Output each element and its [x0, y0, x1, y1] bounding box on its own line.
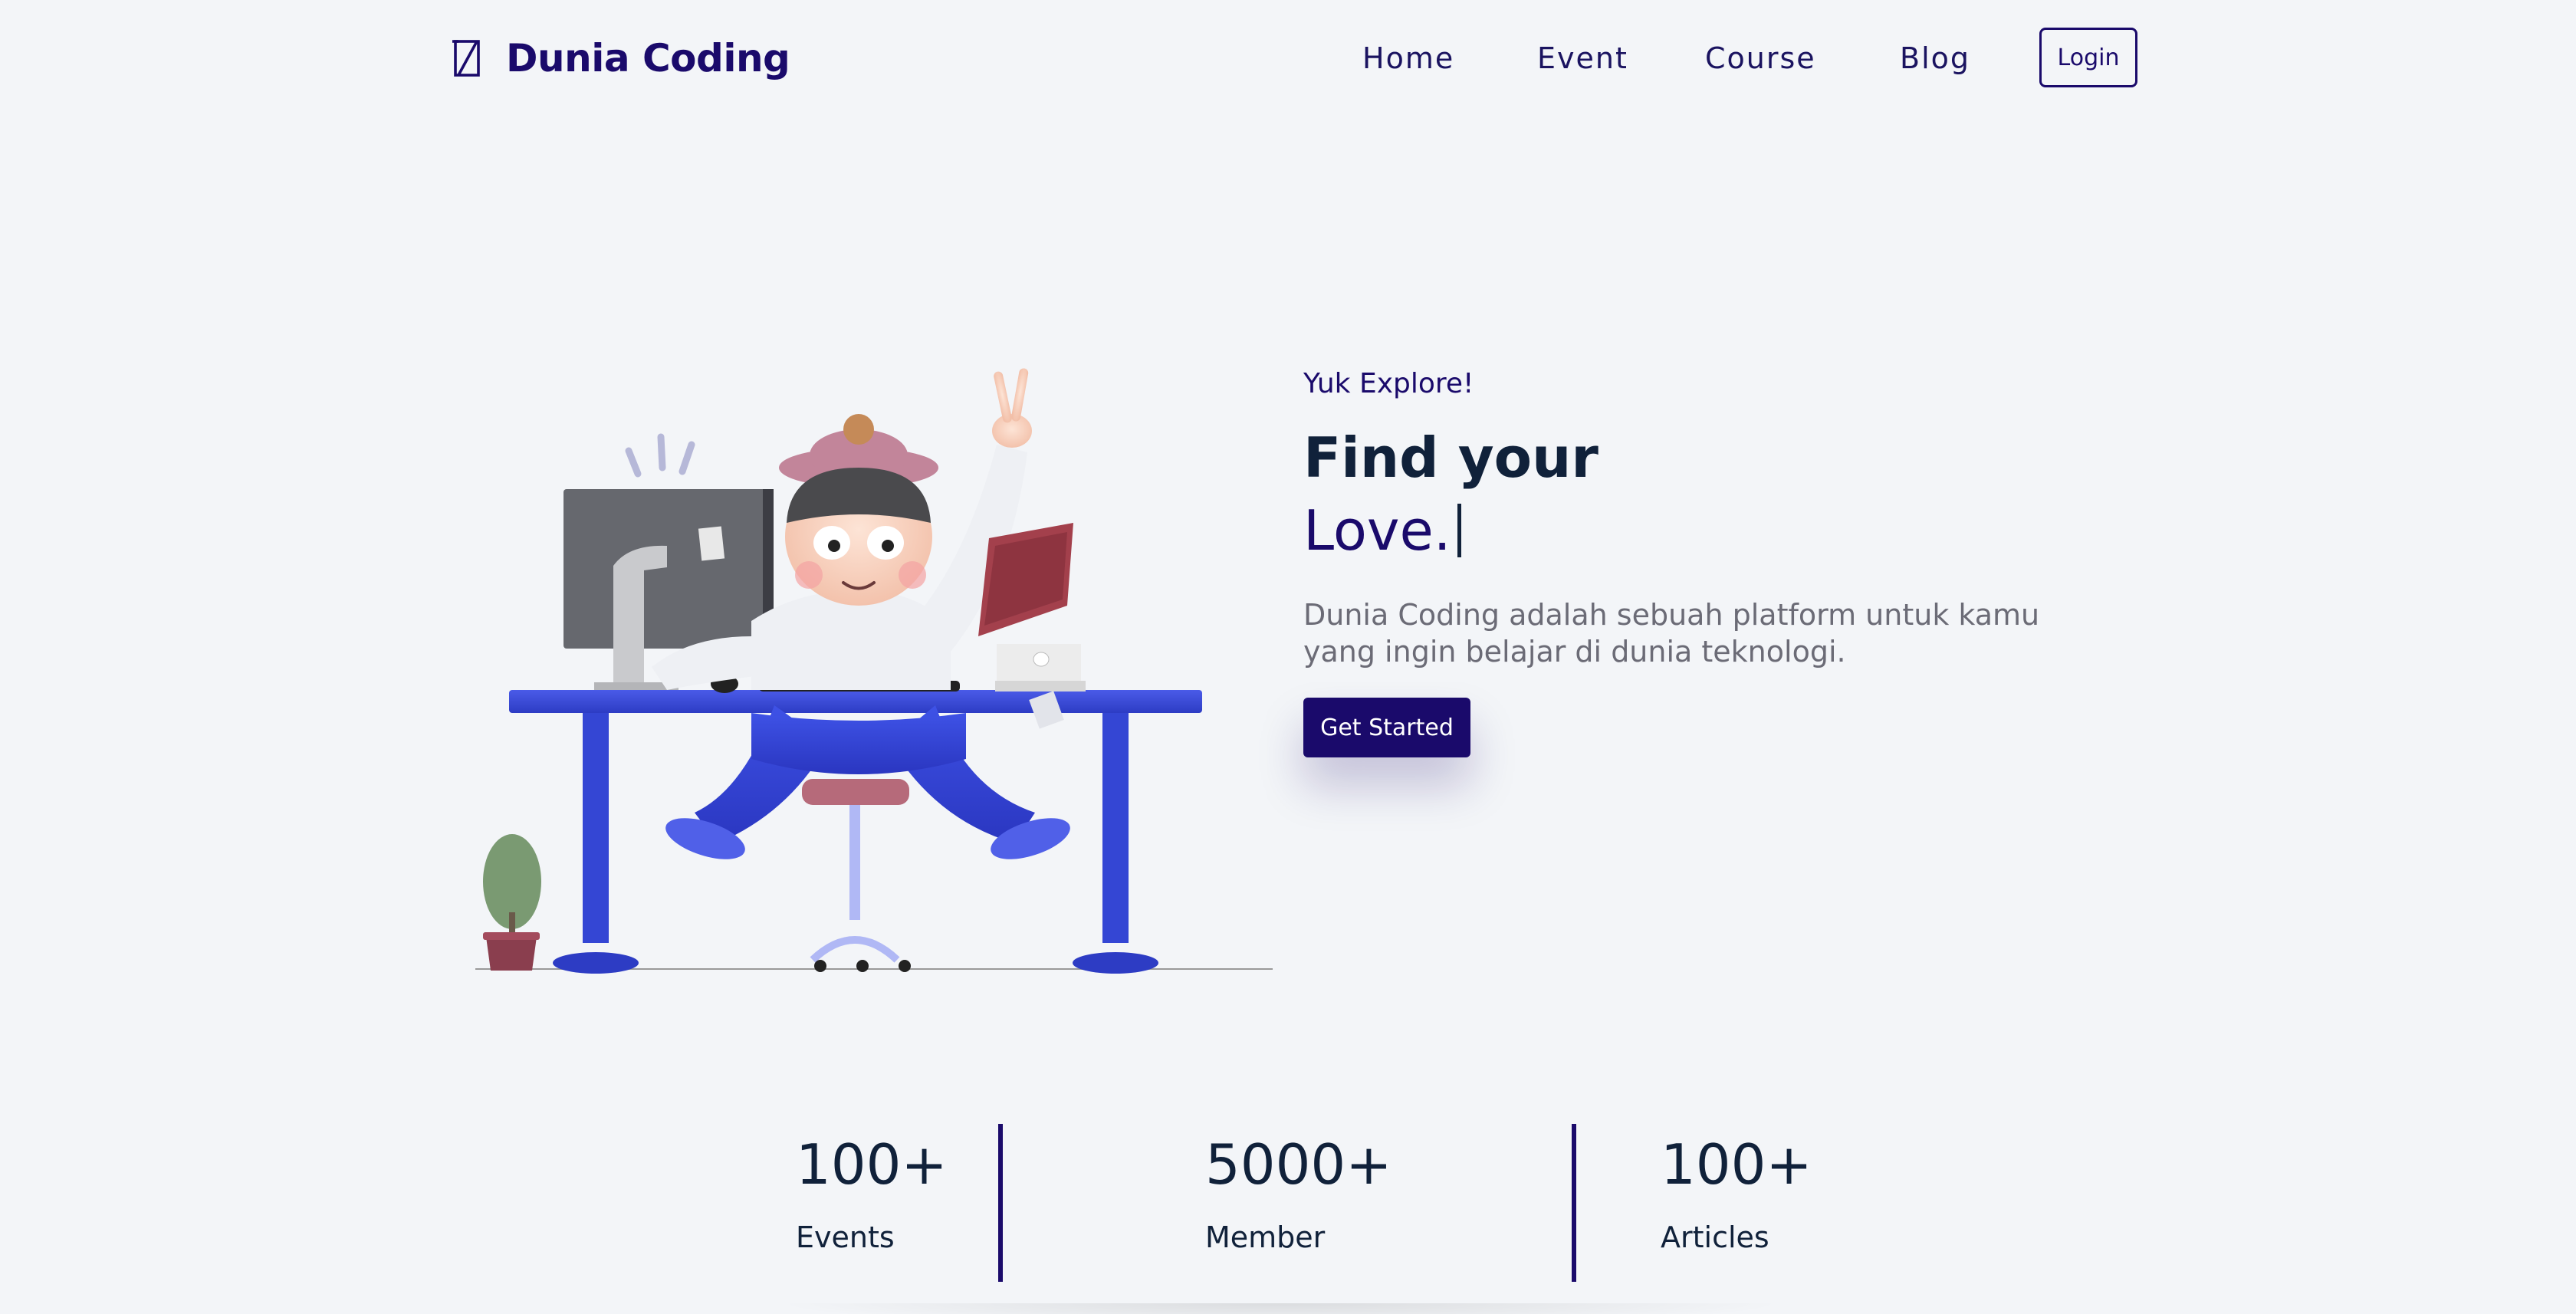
hero-title-word: Love.	[1303, 498, 1451, 563]
chair	[802, 779, 911, 972]
login-button[interactable]: Login	[2039, 28, 2137, 87]
nav-link-event[interactable]: Event	[1537, 40, 1628, 77]
navbar: Dunia Coding Home Event Course Blog Logi…	[0, 0, 2576, 117]
nav-link-course[interactable]: Course	[1705, 40, 1816, 77]
hero-description: Dunia Coding adalah sebuah platform untu…	[1303, 598, 2040, 668]
card-shadow	[774, 1303, 1786, 1314]
nav-link-home[interactable]: Home	[1362, 40, 1454, 77]
hero-title-line2: Love.	[1303, 492, 2147, 569]
brand[interactable]: Dunia Coding	[452, 34, 790, 83]
hero-section: Yuk Explore! Find your Love. Dunia Codin…	[1303, 366, 2147, 757]
stat-member-label: Member	[1205, 1220, 1326, 1254]
stat-articles-label: Articles	[1661, 1220, 1769, 1254]
nav-link-blog[interactable]: Blog	[1900, 40, 1970, 77]
person-at-desk-illustration	[475, 368, 1273, 974]
plant	[483, 834, 541, 971]
stat-divider	[1572, 1124, 1576, 1282]
desk-top	[509, 690, 1202, 713]
get-started-button[interactable]: Get Started	[1303, 698, 1470, 757]
landing-page: Dunia Coding Home Event Course Blog Logi…	[0, 0, 2576, 1314]
typing-caret	[1457, 504, 1461, 557]
hero-eyebrow: Yuk Explore!	[1303, 368, 1474, 399]
hero-title-line1: Find your	[1303, 425, 1598, 490]
laptop	[978, 523, 1086, 691]
stat-events-value: 100+	[796, 1132, 948, 1197]
stat-member-value: 5000+	[1205, 1132, 1392, 1197]
stat-events-label: Events	[796, 1220, 895, 1254]
stat-divider	[998, 1124, 1003, 1282]
brand-name: Dunia Coding	[506, 36, 790, 80]
brand-logo-icon	[452, 40, 480, 77]
stat-articles-value: 100+	[1661, 1132, 1812, 1197]
character-head	[779, 414, 938, 606]
peace-hand	[992, 368, 1032, 448]
stats-section: 100+ Events 5000+ Member 100+ Articles	[0, 1104, 2576, 1314]
